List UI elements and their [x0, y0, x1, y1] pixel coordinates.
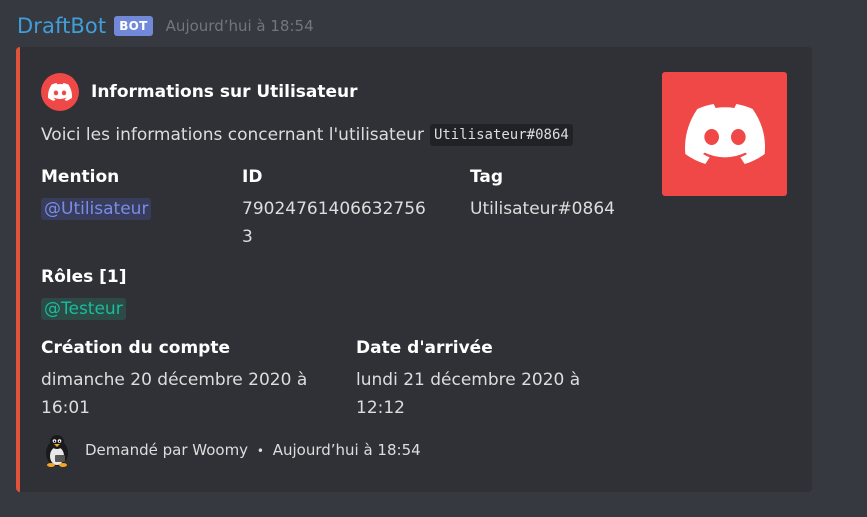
description-code: Utilisateur#0864 — [429, 124, 573, 146]
field-roles-name: Rôles [1] — [41, 267, 127, 287]
discord-logo-icon — [684, 104, 765, 164]
field-arrival-value-line1: lundi 21 décembre 2020 à — [356, 370, 581, 390]
embed-author-name: Informations sur Utilisateur — [91, 82, 358, 102]
field-tag: Tag Utilisateur#0864 — [470, 167, 615, 223]
field-id: ID 79024761406632756 3 — [242, 167, 426, 251]
user-info-embed: Informations sur Utilisateur Voici les i… — [16, 47, 812, 492]
field-creation-name: Création du compte — [41, 338, 231, 358]
field-mention-name: Mention — [41, 167, 120, 187]
role-mention[interactable]: @Testeur — [41, 298, 126, 320]
field-roles: Rôles [1] @Testeur — [41, 267, 127, 323]
footer-text: Demandé par Woomy • Aujourd’hui à 18:54 — [85, 441, 421, 459]
embed-thumbnail[interactable] — [662, 72, 787, 196]
field-creation-value: dimanche 20 décembre 2020 à 16:01 — [41, 366, 307, 422]
bot-username[interactable]: DraftBot — [17, 14, 106, 38]
field-id-value-line1: 79024761406632756 — [242, 199, 426, 219]
field-id-name: ID — [242, 167, 263, 187]
embed-author: Informations sur Utilisateur — [41, 73, 358, 111]
bot-tag-badge: BOT — [114, 16, 153, 36]
message-timestamp[interactable]: Aujourd’hui à 18:54 — [166, 17, 314, 35]
field-arrival-value: lundi 21 décembre 2020 à 12:12 — [356, 366, 580, 422]
footer-timestamp: Aujourd’hui à 18:54 — [272, 441, 421, 459]
field-id-value: 79024761406632756 3 — [242, 195, 426, 251]
footer-requested-by: Demandé par Woomy — [85, 441, 249, 459]
discord-logo-icon — [41, 73, 79, 111]
field-creation: Création du compte dimanche 20 décembre … — [41, 338, 307, 422]
field-arrival: Date d'arrivée lundi 21 décembre 2020 à … — [356, 338, 580, 422]
field-creation-value-line1: dimanche 20 décembre 2020 à — [41, 370, 308, 390]
field-arrival-value-line2: 12:12 — [356, 398, 405, 418]
embed-footer: Demandé par Woomy • Aujourd’hui à 18:54 — [41, 433, 421, 467]
field-tag-name: Tag — [470, 167, 504, 187]
field-tag-value: Utilisateur#0864 — [470, 199, 615, 219]
field-creation-value-line2: 16:01 — [41, 398, 90, 418]
field-mention: Mention @Utilisateur — [41, 167, 152, 223]
penguin-avatar-icon — [46, 435, 68, 467]
embed-description: Voici les informations concernant l'util… — [41, 124, 573, 146]
user-mention[interactable]: @Utilisateur — [41, 198, 152, 220]
field-arrival-name: Date d'arrivée — [356, 338, 493, 358]
footer-separator: • — [256, 444, 264, 458]
description-text: Voici les informations concernant l'util… — [41, 125, 424, 145]
message-header: DraftBot BOT Aujourd’hui à 18:54 — [17, 10, 314, 42]
field-id-value-line2: 3 — [242, 227, 253, 247]
